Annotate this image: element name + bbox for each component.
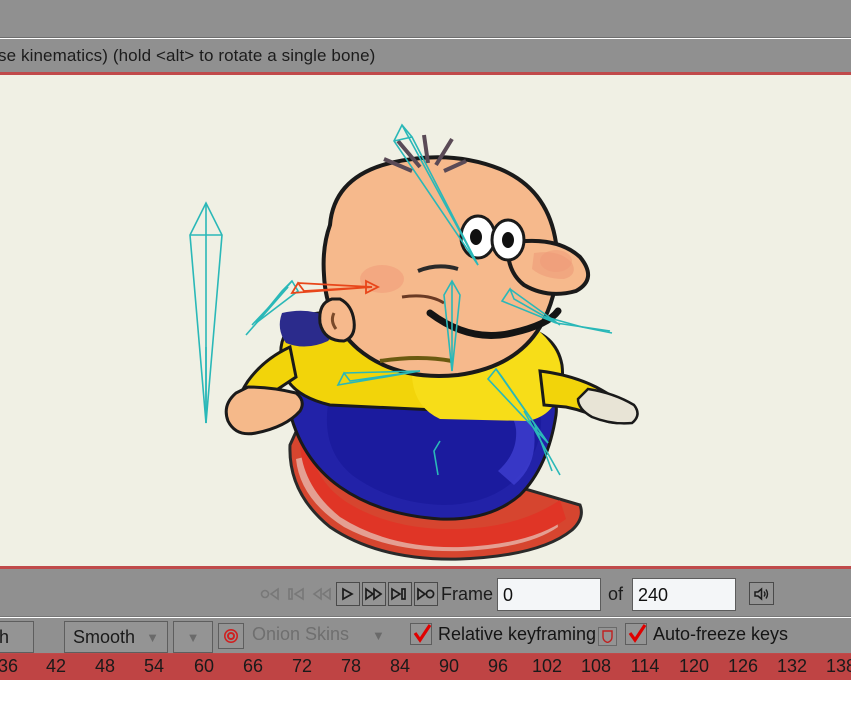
frame-input[interactable]: 0 (497, 578, 601, 611)
chevron-down-icon: ▼ (186, 629, 200, 645)
status-hint-text: se kinematics) (hold <alt> to rotate a s… (0, 45, 376, 65)
ruler-tick-label: 138 (825, 656, 851, 676)
relative-keyframing-label: Relative keyframing (438, 623, 597, 644)
ruler-tick-label: 42 (45, 656, 67, 676)
interpolation-value: Smooth (73, 626, 136, 647)
checkbox-box[interactable] (410, 623, 432, 645)
shield-button[interactable] (598, 627, 617, 646)
shield-icon (602, 630, 613, 643)
auto-freeze-keys-label: Auto-freeze keys (653, 623, 789, 644)
loop-left-icon (260, 587, 279, 601)
fast-forward-button[interactable] (362, 582, 386, 606)
sound-button[interactable] (749, 582, 774, 605)
animation-canvas[interactable] (0, 75, 851, 566)
ruler-tick-label: 120 (678, 656, 710, 676)
interpolation-dropdown[interactable]: Smooth ▼ (64, 621, 168, 653)
character-artwork (224, 134, 639, 561)
ruler-tick-label: 48 (94, 656, 116, 676)
of-label: of (608, 584, 624, 604)
relative-keyframing-checkbox[interactable]: Relative keyframing (410, 623, 596, 645)
go-to-start-button[interactable] (284, 582, 308, 606)
ruler-tick-label: 54 (143, 656, 165, 676)
status-hint-bar: se kinematics) (hold <alt> to rotate a s… (0, 39, 851, 72)
frame-label: Frame (441, 584, 494, 604)
timeline-track-pane[interactable] (0, 680, 851, 728)
ruler-tick-label: 108 (580, 656, 612, 676)
ruler-tick-label: 126 (727, 656, 759, 676)
go-to-end-button[interactable] (388, 582, 412, 606)
chevron-down-icon: ▼ (146, 629, 159, 645)
ruler-tick-label: 72 (291, 656, 313, 676)
animation-editor-window: se kinematics) (hold <alt> to rotate a s… (0, 0, 851, 728)
ruler-tick-label: 84 (389, 656, 411, 676)
forward-icon (365, 587, 383, 601)
loop-right-icon (417, 587, 435, 601)
sound-icon (754, 586, 769, 601)
ruler-tick-label: 96 (487, 656, 509, 676)
play-icon (342, 587, 354, 601)
skip-back-icon (288, 587, 304, 601)
record-icon (224, 629, 238, 643)
ruler-tick-label: 60 (193, 656, 215, 676)
ruler-tick-label: 114 (630, 656, 660, 676)
checkmark-icon (628, 624, 647, 643)
auto-freeze-keys-checkbox[interactable]: Auto-freeze keys (625, 623, 788, 645)
graph-button[interactable]: aph (0, 621, 34, 653)
graph-button-label: aph (0, 626, 10, 647)
total-frames-input[interactable]: 240 (632, 578, 736, 611)
rewind-icon (312, 587, 331, 601)
checkbox-box[interactable] (625, 623, 647, 645)
ruler-tick-label: 102 (531, 656, 563, 676)
ruler-tick-label: 132 (776, 656, 808, 676)
ruler-tick-label: 66 (242, 656, 264, 676)
loop-play-button[interactable] (414, 582, 438, 606)
timeline-ruler[interactable]: 36 42 48 54 60 66 72 78 84 90 96 102 108 114 120 126 132… (0, 654, 851, 680)
ruler-tick-label: 36 (0, 656, 19, 676)
ruler-tick-label: 90 (438, 656, 460, 676)
secondary-dropdown[interactable]: ▼ (173, 621, 213, 653)
record-button[interactable] (218, 623, 244, 649)
top-toolbar-strip (0, 0, 851, 38)
skip-forward-icon (391, 587, 406, 601)
step-back-button[interactable] (310, 582, 334, 606)
loop-to-start-button[interactable] (258, 582, 282, 606)
chevron-down-icon[interactable]: ▼ (372, 628, 385, 643)
onion-skins-label[interactable]: Onion Skins (252, 624, 349, 645)
play-button[interactable] (336, 582, 360, 606)
ruler-tick-label: 78 (340, 656, 362, 676)
checkmark-icon (413, 624, 432, 643)
